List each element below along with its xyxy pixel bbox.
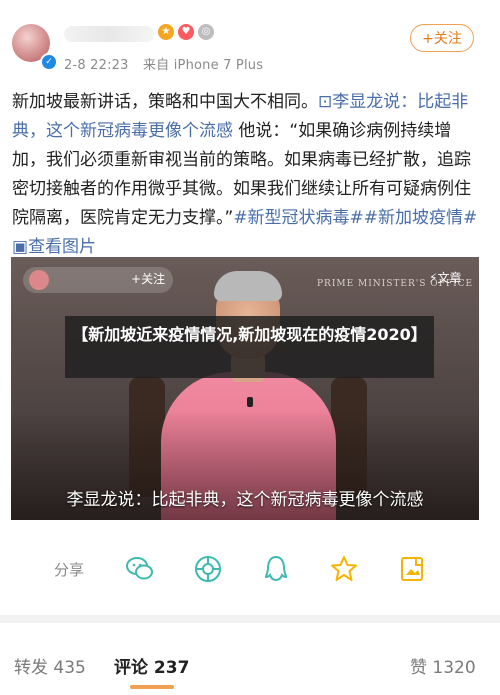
lapel-mic xyxy=(247,397,253,407)
video-subtitle: 李显龙说：比起非典，这个新冠病毒更像个流感 xyxy=(66,490,424,510)
view-image-link[interactable]: ▣查看图片 xyxy=(12,237,96,257)
comment-tab[interactable]: 评论 237 xyxy=(114,653,189,678)
overlay-title: 【新加坡近来疫情情况,新加坡现在的疫情2020】 xyxy=(65,316,434,378)
post-header: ✓ ★ ♥ ◎ 2-8 22:23 来自 iPhone 7 Plus +关注 xyxy=(0,0,500,86)
engagement-bar: 转发 435 评论 237 赞 1320 xyxy=(0,623,500,695)
video-player[interactable]: +关注 PRIME MINISTER'S OFFICE ⚡文章 李显龙说：比起非… xyxy=(11,257,479,520)
wechat-icon[interactable] xyxy=(124,553,156,585)
share-row: 分享 xyxy=(0,545,500,595)
post-meta: 2-8 22:23 来自 iPhone 7 Plus xyxy=(64,54,263,73)
follow-button[interactable]: +关注 xyxy=(410,24,474,52)
qzone-star-icon[interactable] xyxy=(328,553,360,585)
hashtag-links[interactable]: #新型冠状病毒##新加坡疫情# xyxy=(233,208,477,228)
share-label: 分享 xyxy=(54,561,85,579)
repost-tab[interactable]: 转发 435 xyxy=(14,653,86,678)
post-timestamp: 2-8 22:23 xyxy=(64,58,129,73)
crown-badge-icon: ★ xyxy=(158,24,174,40)
save-image-icon[interactable] xyxy=(396,553,428,585)
post-intro: 新加坡最新讲话，策略和中国大不相同。 xyxy=(12,92,318,112)
video-article-button[interactable]: ⚡文章 xyxy=(429,269,461,286)
blurred-username[interactable] xyxy=(64,26,154,42)
qq-icon[interactable] xyxy=(260,553,292,585)
verified-badge-icon: ✓ xyxy=(40,53,58,71)
video-follow-label: 关注 xyxy=(141,272,166,286)
post-source: 来自 iPhone 7 Plus xyxy=(142,58,264,73)
like-tab[interactable]: 赞 1320 xyxy=(410,653,476,678)
view-image-label: 查看图片 xyxy=(28,237,97,257)
heart-badge-icon: ♥ xyxy=(178,24,194,40)
user-badges: ★ ♥ ◎ xyxy=(158,24,214,40)
section-divider xyxy=(0,615,500,623)
moments-icon[interactable] xyxy=(192,553,224,585)
post-text: 新加坡最新讲话，策略和中国大不相同。⊡李显龙说：比起非典，这个新冠病毒更像个流感… xyxy=(12,88,482,262)
speaker-hair xyxy=(214,271,282,301)
active-tab-indicator xyxy=(130,685,174,689)
medal-badge-icon: ◎ xyxy=(198,24,214,40)
video-follow-button[interactable]: +关注 xyxy=(131,270,165,287)
video-article-label: 文章 xyxy=(437,271,462,285)
video-author-avatar[interactable] xyxy=(29,270,49,290)
